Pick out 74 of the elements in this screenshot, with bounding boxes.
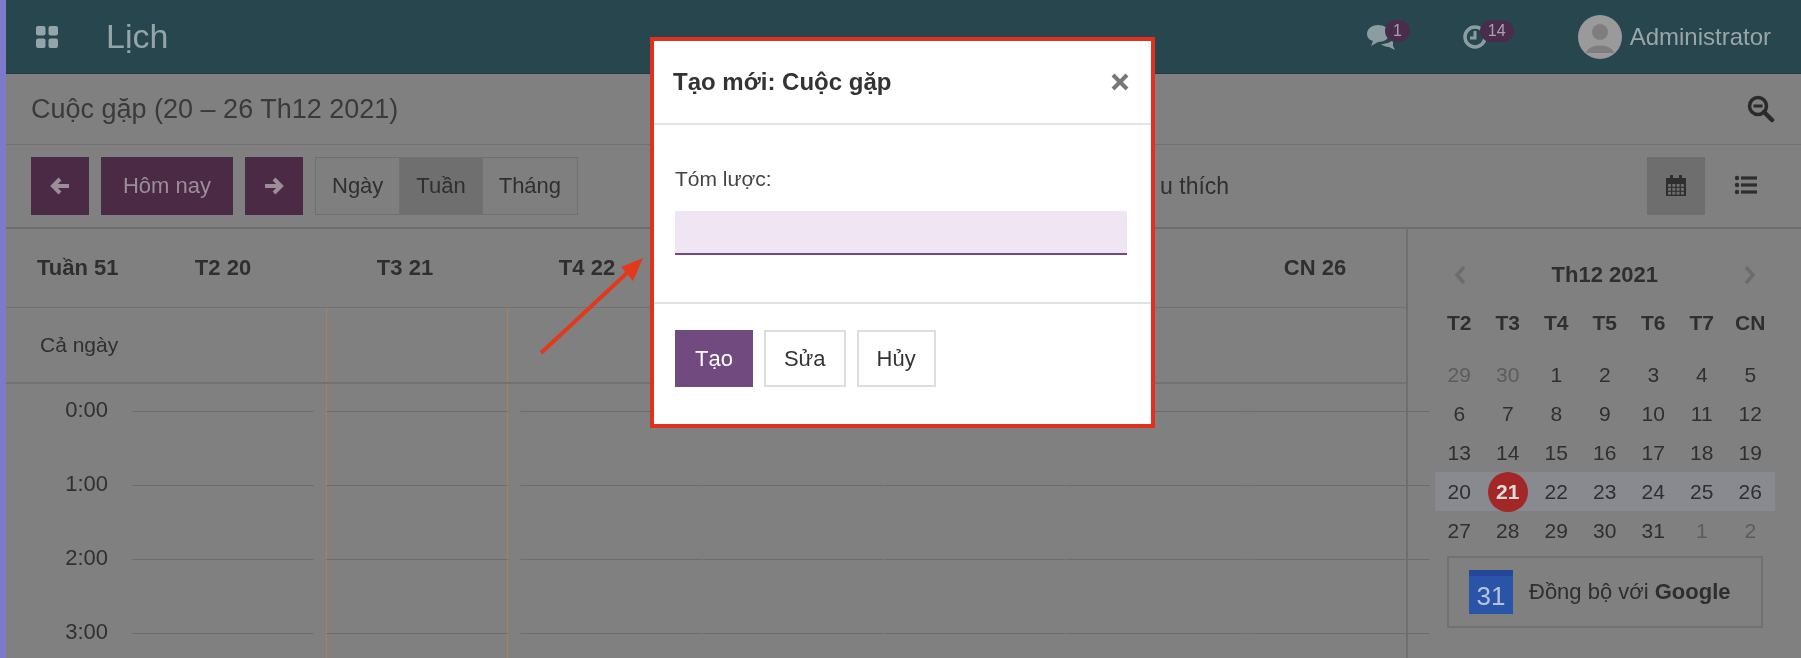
notification-badge: 1 [1384, 19, 1410, 42]
calendar-day[interactable]: 13 [1447, 433, 1471, 472]
day-header: CN 26 [1283, 255, 1347, 280]
arrow-right-icon [263, 175, 285, 197]
calendar-day[interactable]: 5 [1744, 355, 1757, 394]
today-column-cell[interactable] [326, 384, 508, 411]
calendar-day[interactable]: 29 [1544, 511, 1568, 550]
arrow-left-icon [49, 175, 71, 197]
weekday-label: T5 [1591, 310, 1618, 336]
week-number: Tuần 51 [36, 255, 120, 281]
calendar-day[interactable]: 6 [1453, 394, 1466, 433]
user-name[interactable]: Administrator [1629, 22, 1771, 51]
favorites-label[interactable]: u thích [1160, 172, 1230, 200]
google-calendar-icon: 31 [1469, 570, 1513, 614]
calendar-day[interactable]: 14 [1496, 433, 1520, 472]
calendar-day[interactable]: 28 [1496, 511, 1520, 550]
dialog-button[interactable]: Sửa [763, 330, 846, 387]
hour-label: 3:00 [64, 619, 109, 646]
field-label: Tóm lược: [675, 166, 773, 192]
search-icon[interactable] [1747, 95, 1775, 123]
google-sync-button[interactable]: 31 Đồng bộ với Google [1447, 556, 1763, 628]
weekday-label: CN [1734, 310, 1767, 336]
calendar-icon [1664, 174, 1688, 198]
weekday-label: T7 [1688, 310, 1715, 336]
calendar-day[interactable]: 12 [1738, 394, 1762, 433]
day-header: T3 21 [376, 255, 434, 280]
calendar-day[interactable]: 8 [1550, 394, 1563, 433]
calendar-day[interactable]: 31 [1641, 511, 1665, 550]
weekday-label: T4 [1543, 310, 1570, 336]
calendar-day[interactable]: 27 [1447, 511, 1471, 550]
dialog-title: Tạo mới: Cuộc gặp [673, 68, 893, 96]
calendar-day[interactable]: 7 [1501, 394, 1514, 433]
calendar-day[interactable]: 18 [1690, 433, 1714, 472]
today-column-cell[interactable] [326, 559, 508, 633]
hour-label: 1:00 [64, 471, 109, 498]
calendar-day[interactable]: 17 [1641, 433, 1665, 472]
notification-badge: 14 [1479, 19, 1514, 42]
calendar-day[interactable]: 4 [1695, 355, 1708, 394]
weekday-label: T6 [1640, 310, 1667, 336]
all-day-label: Cả ngày [39, 333, 120, 357]
hour-label: 0:00 [64, 397, 109, 424]
calendar-day[interactable]: 9 [1598, 394, 1611, 433]
calendar-day[interactable]: 21 [1487, 471, 1528, 512]
calendar-day[interactable]: 2 [1598, 355, 1611, 394]
calendar-day[interactable]: 10 [1641, 394, 1665, 433]
create-button[interactable]: Tạo [675, 330, 753, 387]
calendar-view-button[interactable] [1647, 157, 1705, 215]
today-button[interactable]: Hôm nay [101, 157, 233, 215]
app-title: Lịch [106, 17, 169, 56]
today-column-cell[interactable] [326, 485, 508, 559]
calendar-day[interactable]: 11 [1690, 394, 1713, 433]
calendar-day[interactable]: 1 [1550, 355, 1563, 394]
scale-tab[interactable]: Tuần [399, 158, 482, 214]
calendar-day[interactable]: 15 [1544, 433, 1568, 472]
weekday-label: T2 [1446, 310, 1473, 336]
close-icon[interactable] [1111, 73, 1129, 91]
dialog-button[interactable]: Hủy [856, 330, 936, 387]
today-column-cell[interactable] [326, 411, 508, 485]
hour-label: 2:00 [64, 545, 109, 572]
calendar-day[interactable]: 16 [1593, 433, 1617, 472]
next-button[interactable] [245, 157, 303, 215]
avatar-icon[interactable] [1577, 14, 1622, 59]
weekday-label: T3 [1494, 310, 1521, 336]
calendar-day[interactable]: 3 [1647, 355, 1660, 394]
day-header: T2 20 [194, 255, 252, 280]
apps-menu-icon[interactable] [36, 25, 58, 48]
breadcrumb-title: Cuộc gặp (20 – 26 Th12 2021) [31, 93, 400, 125]
month-title: Th12 2021 [1551, 262, 1658, 288]
calendar-day[interactable]: 30 [1593, 511, 1617, 550]
calendar-day[interactable]: 19 [1738, 433, 1762, 472]
today-column-cell[interactable] [326, 308, 508, 382]
previous-button[interactable] [31, 157, 89, 215]
summary-input[interactable] [675, 211, 1127, 255]
day-header: T4 22 [558, 255, 616, 280]
